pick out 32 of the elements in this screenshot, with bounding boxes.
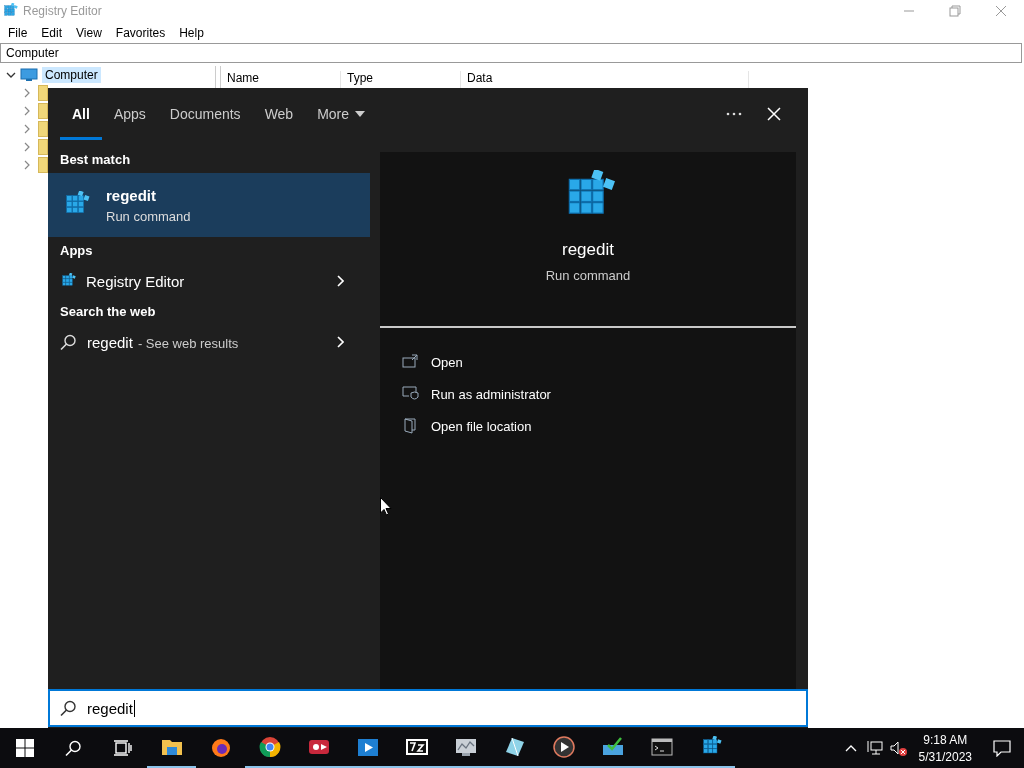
section-heading: Best match [59,151,132,169]
filter-tab[interactable]: Web [252,90,306,140]
menu-item[interactable]: View [69,25,109,40]
result-subtitle: Run command [106,208,192,224]
result-title: regedit [87,333,133,351]
clock-date[interactable]: 5/31/2023 [918,749,972,764]
filter-tab[interactable]: Documents [157,90,253,140]
result-title: regedit [106,186,157,204]
result-title: Registry Editor [86,272,186,290]
menu-item[interactable]: Help [172,25,211,40]
clock-time[interactable]: 9:18 AM [923,732,968,747]
filter-tab[interactable]: Apps [101,90,158,140]
search-result[interactable]: regedit Run command [48,173,370,237]
menu-item[interactable]: File [1,25,35,40]
search-field[interactable]: regedit [48,689,808,727]
action-item[interactable]: Open file location [380,410,796,442]
preview-title: regedit [562,240,614,260]
filter-tab[interactable]: All [60,90,102,140]
preview-subtitle: Run command [545,268,631,283]
section-heading: Apps [59,242,94,260]
more-dropdown[interactable]: More [305,90,378,140]
window-title: Registry Editor [23,4,103,18]
menu-item[interactable]: Edit [34,25,70,40]
action-item[interactable]: Run as administrator [380,378,796,410]
tree-item[interactable]: Computer [42,67,101,83]
result-suffix: - See web results [137,335,239,351]
address-bar[interactable]: Computer [0,43,1022,63]
section-heading: Search the web [59,303,157,321]
search-result[interactable]: Registry Editor [48,264,370,298]
action-item[interactable]: Open [380,346,796,378]
menu-item[interactable]: Favorites [108,25,173,40]
search-result[interactable]: regedit - See web results [48,325,370,359]
